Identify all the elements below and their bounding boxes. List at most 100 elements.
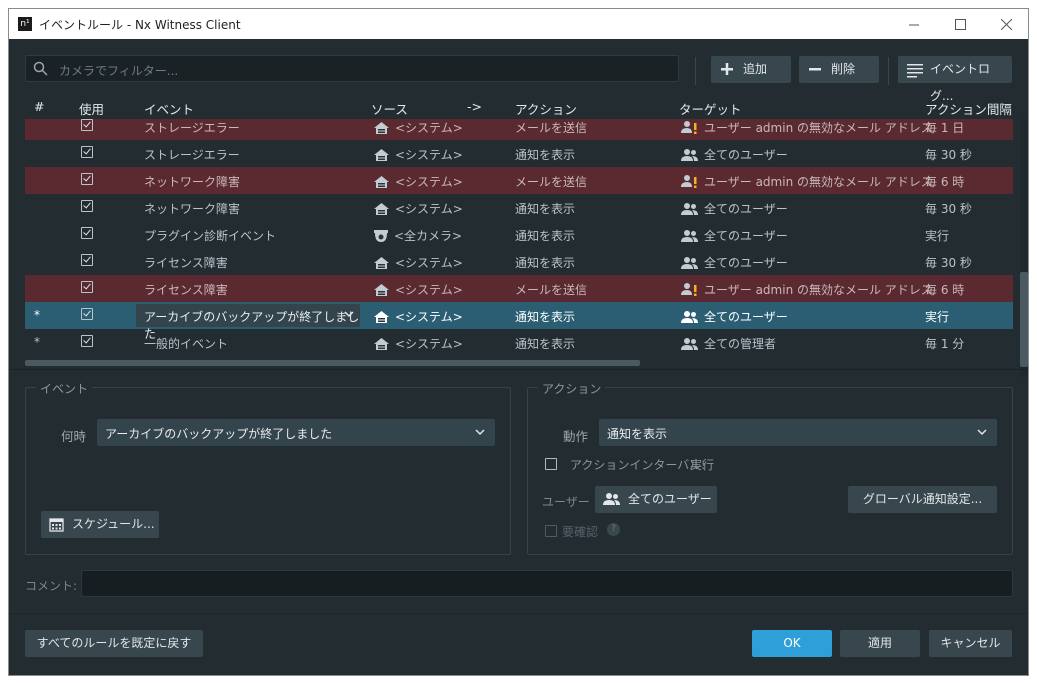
users-icon xyxy=(681,149,698,161)
event-group: イベント 何時 アーカイブのバックアップが終了しました スケジュール... xyxy=(25,380,511,555)
event-log-button[interactable]: イベントログ... xyxy=(898,56,1012,103)
users-icon xyxy=(681,311,698,323)
table-row[interactable]: ライセンス障害 <システム> メールを送信 ユーザー admin の無効なメール アド… xyxy=(25,275,1013,302)
row-interval: 毎 1 日 xyxy=(925,121,965,135)
rule-enabled-checkbox[interactable] xyxy=(81,173,93,185)
row-action: メールを送信 xyxy=(515,283,588,297)
table-row[interactable]: * 一般的イベント <システム> 通知を表示 全ての管理者 毎 1 分 xyxy=(25,329,1013,356)
row-target: 全てのユーザー xyxy=(704,202,788,216)
close-icon xyxy=(1000,18,1012,30)
row-source: <システム> xyxy=(395,148,463,162)
search-icon xyxy=(33,61,48,76)
schedule-button[interactable]: スケジュール... xyxy=(41,511,159,538)
comment-input[interactable] xyxy=(81,570,1013,597)
table-row[interactable]: ネットワーク障害 <システム> メールを送信 ユーザー admin の無効なメール ア… xyxy=(25,167,1013,194)
add-rule-label: 追加 xyxy=(743,62,768,76)
event-group-title: イベント xyxy=(36,380,93,397)
horizontal-scroll-thumb[interactable] xyxy=(25,360,640,366)
row-event: ライセンス障害 xyxy=(144,256,228,270)
row-target: ユーザー admin の無効なメール アドレス xyxy=(704,175,933,189)
chevron-down-icon xyxy=(475,429,485,436)
maximize-button[interactable] xyxy=(937,9,983,39)
row-event-dropdown[interactable]: アーカイブのバックアップが終了しました xyxy=(136,304,360,341)
rule-enabled-checkbox[interactable] xyxy=(81,200,93,212)
add-rule-button[interactable]: 追加 xyxy=(711,56,791,83)
row-source: <システム> xyxy=(395,283,463,297)
rule-enabled-checkbox[interactable] xyxy=(81,281,93,293)
vertical-scroll-thumb[interactable] xyxy=(1020,272,1028,367)
row-num: * xyxy=(34,308,40,322)
users-icon xyxy=(681,338,698,350)
event-type-value: アーカイブのバックアップが終了しました xyxy=(105,427,333,441)
global-notification-settings-button[interactable]: グローバル通知設定... xyxy=(848,486,997,513)
row-target: 全てのユーザー xyxy=(704,310,788,324)
table-row[interactable]: ネットワーク障害 <システム> 通知を表示 全てのユーザー 毎 30 秒 xyxy=(25,194,1013,221)
col-header-source[interactable]: ソース xyxy=(371,99,408,118)
minimize-button[interactable] xyxy=(891,9,937,39)
title-bar: n¹ イベントルール - Nx Witness Client xyxy=(9,9,1028,39)
cancel-button[interactable]: キャンセル xyxy=(929,630,1012,657)
row-interval: 毎 30 秒 xyxy=(925,202,972,216)
col-header-use[interactable]: 使用 xyxy=(79,99,104,118)
table-row[interactable]: * アーカイブのバックアップが終了しました <システム> 通知を表示 全てのユーザー 実行 xyxy=(25,302,1013,341)
row-interval: 毎 30 秒 xyxy=(925,256,972,270)
table-body: ストレージエラー <システム> メールを送信 ユーザー admin の無効なメール ア… xyxy=(25,119,1013,362)
help-icon[interactable]: ? xyxy=(607,523,620,536)
list-icon xyxy=(907,64,923,78)
toolbar-divider xyxy=(888,57,889,85)
row-target: 全てのユーザー xyxy=(704,256,788,270)
server-icon xyxy=(374,257,389,269)
row-action: 通知を表示 xyxy=(515,310,576,324)
row-interval: 毎 6 時 xyxy=(925,283,965,297)
camera-icon xyxy=(374,230,388,242)
user-select-button[interactable]: 全てのユーザー xyxy=(595,486,717,513)
action-group: アクション 動作 通知を表示 アクションインターバル: 実行 ユーザー 全てのユ… xyxy=(527,380,1013,555)
col-header-action[interactable]: アクション xyxy=(515,99,577,118)
col-header-arrow[interactable]: -> xyxy=(467,99,482,114)
require-confirmation-checkbox[interactable] xyxy=(545,525,557,537)
row-interval: 毎 30 秒 xyxy=(925,148,972,162)
row-event: ストレージエラー xyxy=(144,121,240,135)
plus-icon xyxy=(721,63,733,75)
users-icon xyxy=(681,230,698,242)
rule-enabled-checkbox[interactable] xyxy=(81,146,93,158)
row-num: * xyxy=(34,335,40,349)
apply-button[interactable]: 適用 xyxy=(840,630,920,657)
rule-enabled-checkbox[interactable] xyxy=(81,119,93,131)
table-row[interactable]: プラグイン診断イベント <全カメラ> 通知を表示 全てのユーザー 実行 xyxy=(25,221,1013,248)
action-type-value: 通知を表示 xyxy=(607,427,668,441)
col-header-num[interactable]: # xyxy=(34,99,44,114)
table-row[interactable]: ストレージエラー <システム> 通知を表示 全てのユーザー 毎 30 秒 xyxy=(25,140,1013,167)
table-row[interactable]: ストレージエラー <システム> メールを送信 ユーザー admin の無効なメール ア… xyxy=(25,119,1013,140)
row-action: 通知を表示 xyxy=(515,202,576,216)
action-interval-value: 実行 xyxy=(690,458,715,472)
server-icon xyxy=(374,338,389,350)
rule-enabled-checkbox[interactable] xyxy=(81,227,93,239)
ok-button[interactable]: OK xyxy=(752,630,832,657)
delete-rule-button[interactable]: 削除 xyxy=(799,56,879,83)
table-row[interactable]: ライセンス障害 <システム> 通知を表示 全てのユーザー 毎 30 秒 xyxy=(25,248,1013,275)
event-type-dropdown[interactable]: アーカイブのバックアップが終了しました xyxy=(97,419,495,446)
row-event: ストレージエラー xyxy=(144,148,240,162)
require-confirmation-label: 要確認 xyxy=(562,525,599,539)
reset-all-rules-button[interactable]: すべてのルールを既定に戻す xyxy=(25,630,203,657)
rule-enabled-checkbox[interactable] xyxy=(81,308,93,320)
row-source: <システム> xyxy=(395,202,463,216)
rule-enabled-checkbox[interactable] xyxy=(81,254,93,266)
row-interval: 実行 xyxy=(925,229,950,243)
row-target: 全てのユーザー xyxy=(704,229,788,243)
camera-filter-input[interactable]: カメラでフィルター... xyxy=(25,55,679,82)
action-type-dropdown[interactable]: 通知を表示 xyxy=(599,419,997,446)
col-header-event[interactable]: イベント xyxy=(144,99,194,118)
row-action: 通知を表示 xyxy=(515,148,576,162)
maximize-icon xyxy=(954,18,966,30)
row-action: メールを送信 xyxy=(515,175,588,189)
users-icon xyxy=(681,257,698,269)
rule-enabled-checkbox[interactable] xyxy=(81,335,93,347)
close-button[interactable] xyxy=(983,9,1028,39)
col-header-target[interactable]: ターゲット xyxy=(679,99,742,118)
col-header-interval[interactable]: アクション間隔 xyxy=(925,99,1012,118)
row-interval: 毎 1 分 xyxy=(925,337,965,351)
action-interval-checkbox[interactable] xyxy=(545,458,557,470)
action-group-title: アクション xyxy=(538,380,606,397)
